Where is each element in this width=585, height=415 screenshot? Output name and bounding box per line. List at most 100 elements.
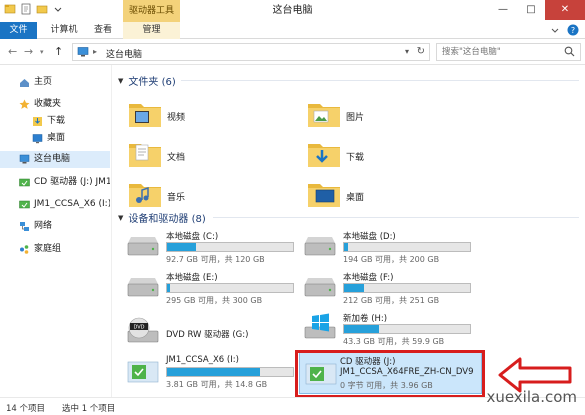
folder-documents[interactable]: 文档 bbox=[127, 136, 297, 176]
drives-group-header[interactable]: ▼ 设备和驱动器 (8) bbox=[118, 210, 206, 226]
windows-volume-icon bbox=[304, 313, 336, 339]
computer-icon bbox=[77, 47, 89, 57]
drive-tools-tab-label: 驱动器工具 bbox=[123, 0, 180, 22]
sidebar-item-downloads[interactable]: 下载 bbox=[0, 113, 110, 130]
address-bar[interactable]: ▸ 这台电脑 ▾ ↻ bbox=[72, 43, 430, 61]
drive-usage-fill bbox=[167, 284, 170, 292]
drive-usage-bar bbox=[343, 324, 471, 334]
drive-usage-fill bbox=[344, 284, 365, 292]
sidebar-item-home[interactable]: 主页 bbox=[0, 74, 110, 91]
address-dropdown-icon[interactable]: ▾ bbox=[405, 47, 409, 56]
tab-manage[interactable]: 管理 bbox=[123, 22, 180, 39]
collapse-chevron-icon[interactable]: ▼ bbox=[118, 77, 123, 85]
drive-f[interactable]: 本地磁盘 (F:) 212 GB 可用，共 251 GB bbox=[302, 270, 477, 308]
sidebar-item-homegroup[interactable]: 家庭组 bbox=[0, 241, 110, 258]
breadcrumb-this-pc[interactable]: 这台电脑 bbox=[106, 47, 142, 60]
drive-usage-bar bbox=[166, 242, 294, 252]
usb-drive-icon bbox=[19, 200, 30, 209]
search-box[interactable] bbox=[436, 43, 581, 61]
tab-computer[interactable]: 计算机 bbox=[44, 22, 84, 39]
group-divider bbox=[213, 217, 579, 218]
download-folder-icon bbox=[33, 117, 42, 126]
drive-usage-bar bbox=[166, 367, 294, 377]
pictures-folder-icon bbox=[308, 104, 340, 127]
selected-count: 选中 1 个项目 bbox=[62, 404, 116, 414]
tab-file[interactable]: 文件 bbox=[0, 22, 37, 39]
ribbon-right-controls: ? bbox=[551, 24, 579, 36]
videos-folder-icon bbox=[129, 104, 161, 127]
ribbon-tabs: 文件 计算机 查看 管理 ? bbox=[0, 22, 585, 39]
drive-d[interactable]: 本地磁盘 (D:) 194 GB 可用，共 200 GB bbox=[302, 229, 477, 267]
folder-pictures[interactable]: 图片 bbox=[306, 96, 476, 136]
folders-group-header[interactable]: ▼ 文件夹 (6) bbox=[118, 73, 176, 89]
minimize-button[interactable]: — bbox=[489, 0, 517, 20]
usb-drive-icon bbox=[127, 361, 159, 383]
homegroup-icon bbox=[20, 245, 29, 254]
drive-usage-fill bbox=[167, 243, 196, 251]
title-bar: 驱动器工具 这台电脑 — □ ✕ bbox=[0, 0, 585, 22]
home-icon bbox=[20, 79, 29, 87]
drive-e[interactable]: 本地磁盘 (E:) 295 GB 可用，共 300 GB bbox=[125, 270, 300, 308]
maximize-button[interactable]: □ bbox=[517, 0, 545, 20]
group-divider bbox=[181, 80, 579, 81]
hard-disk-icon bbox=[304, 278, 336, 297]
folder-downloads[interactable]: 下载 bbox=[306, 136, 476, 176]
documents-folder-icon bbox=[129, 144, 161, 167]
drive-usage-fill bbox=[344, 325, 380, 333]
up-arrow-icon[interactable]: ↑ bbox=[54, 45, 63, 58]
window-controls: — □ ✕ bbox=[489, 0, 585, 20]
forward-arrow-icon[interactable]: → bbox=[24, 45, 33, 58]
refresh-icon[interactable]: ↻ bbox=[417, 46, 425, 57]
sidebar-item-desktop[interactable]: 桌面 bbox=[0, 130, 110, 147]
sidebar-item-favorites[interactable]: 收藏夹 bbox=[0, 96, 110, 113]
drive-usage-bar bbox=[166, 283, 294, 293]
computer-icon bbox=[19, 154, 30, 164]
drive-usage-fill bbox=[344, 243, 348, 251]
sidebar-item-cd-drive[interactable]: CD 驱动器 (J:) JM1_ bbox=[0, 174, 110, 191]
address-row: ← → ▾ ↑ ▸ 这台电脑 ▾ ↻ bbox=[0, 39, 585, 65]
cd-drive-icon bbox=[19, 178, 30, 187]
search-input[interactable] bbox=[437, 44, 557, 60]
music-folder-icon bbox=[129, 184, 161, 207]
svg-text:DVD: DVD bbox=[133, 325, 144, 331]
desktop-folder-icon bbox=[308, 184, 340, 207]
highlight-annotation-box bbox=[295, 350, 485, 398]
drive-usage-bar bbox=[343, 242, 471, 252]
recent-locations-icon[interactable]: ▾ bbox=[40, 48, 44, 56]
customize-dropdown-icon[interactable] bbox=[52, 3, 64, 15]
collapse-chevron-icon[interactable]: ▼ bbox=[118, 214, 123, 222]
drive-c[interactable]: 本地磁盘 (C:) 92.7 GB 可用，共 120 GB bbox=[125, 229, 300, 267]
svg-text:?: ? bbox=[571, 26, 575, 35]
drive-i-usb[interactable]: JM1_CCSA_X6 (I:) 3.81 GB 可用，共 14.8 GB bbox=[125, 354, 300, 392]
hard-disk-icon bbox=[127, 278, 159, 297]
drive-usage-bar bbox=[343, 283, 471, 293]
quick-access-toolbar bbox=[4, 3, 64, 15]
downloads-folder-icon bbox=[308, 144, 340, 167]
back-arrow-icon[interactable]: ← bbox=[8, 45, 17, 58]
desktop-icon bbox=[32, 134, 43, 144]
search-icon[interactable] bbox=[564, 46, 575, 57]
explorer-icon bbox=[4, 4, 16, 14]
navigation-pane: 主页 收藏夹 下载 桌面 这台电脑 CD 驱动器 (J:) JM1_ JM1_C… bbox=[0, 65, 112, 397]
close-button[interactable]: ✕ bbox=[545, 0, 585, 20]
network-icon bbox=[20, 222, 29, 231]
item-count: 14 个项目 bbox=[6, 404, 46, 414]
drive-h[interactable]: 新加卷 (H:) 43.3 GB 可用，共 59.9 GB bbox=[302, 311, 477, 349]
sidebar-item-this-pc[interactable]: 这台电脑 bbox=[0, 151, 110, 168]
properties-icon[interactable] bbox=[20, 3, 32, 15]
expand-ribbon-icon[interactable] bbox=[551, 26, 559, 34]
breadcrumb-separator[interactable]: ▸ bbox=[93, 47, 97, 56]
tab-view[interactable]: 查看 bbox=[88, 22, 118, 39]
drive-g-dvd[interactable]: DVD DVD RW 驱动器 (G:) bbox=[125, 315, 300, 353]
content-pane: ▼ 文件夹 (6) 视频 图片 文档 下载 音乐 桌面 ▼ 设备和驱动器 (8)… bbox=[113, 65, 585, 397]
help-icon[interactable]: ? bbox=[567, 24, 579, 36]
dvd-drive-icon: DVD bbox=[127, 317, 159, 343]
folder-videos[interactable]: 视频 bbox=[127, 96, 297, 136]
hard-disk-icon bbox=[304, 237, 336, 256]
sidebar-item-network[interactable]: 网络 bbox=[0, 218, 110, 235]
folder-desktop[interactable]: 桌面 bbox=[306, 176, 476, 216]
new-folder-icon[interactable] bbox=[36, 3, 48, 15]
watermark-text: xuexila.com bbox=[486, 388, 577, 406]
drive-usage-fill bbox=[167, 368, 261, 376]
sidebar-item-usb-drive[interactable]: JM1_CCSA_X6 (I:) bbox=[0, 196, 110, 213]
